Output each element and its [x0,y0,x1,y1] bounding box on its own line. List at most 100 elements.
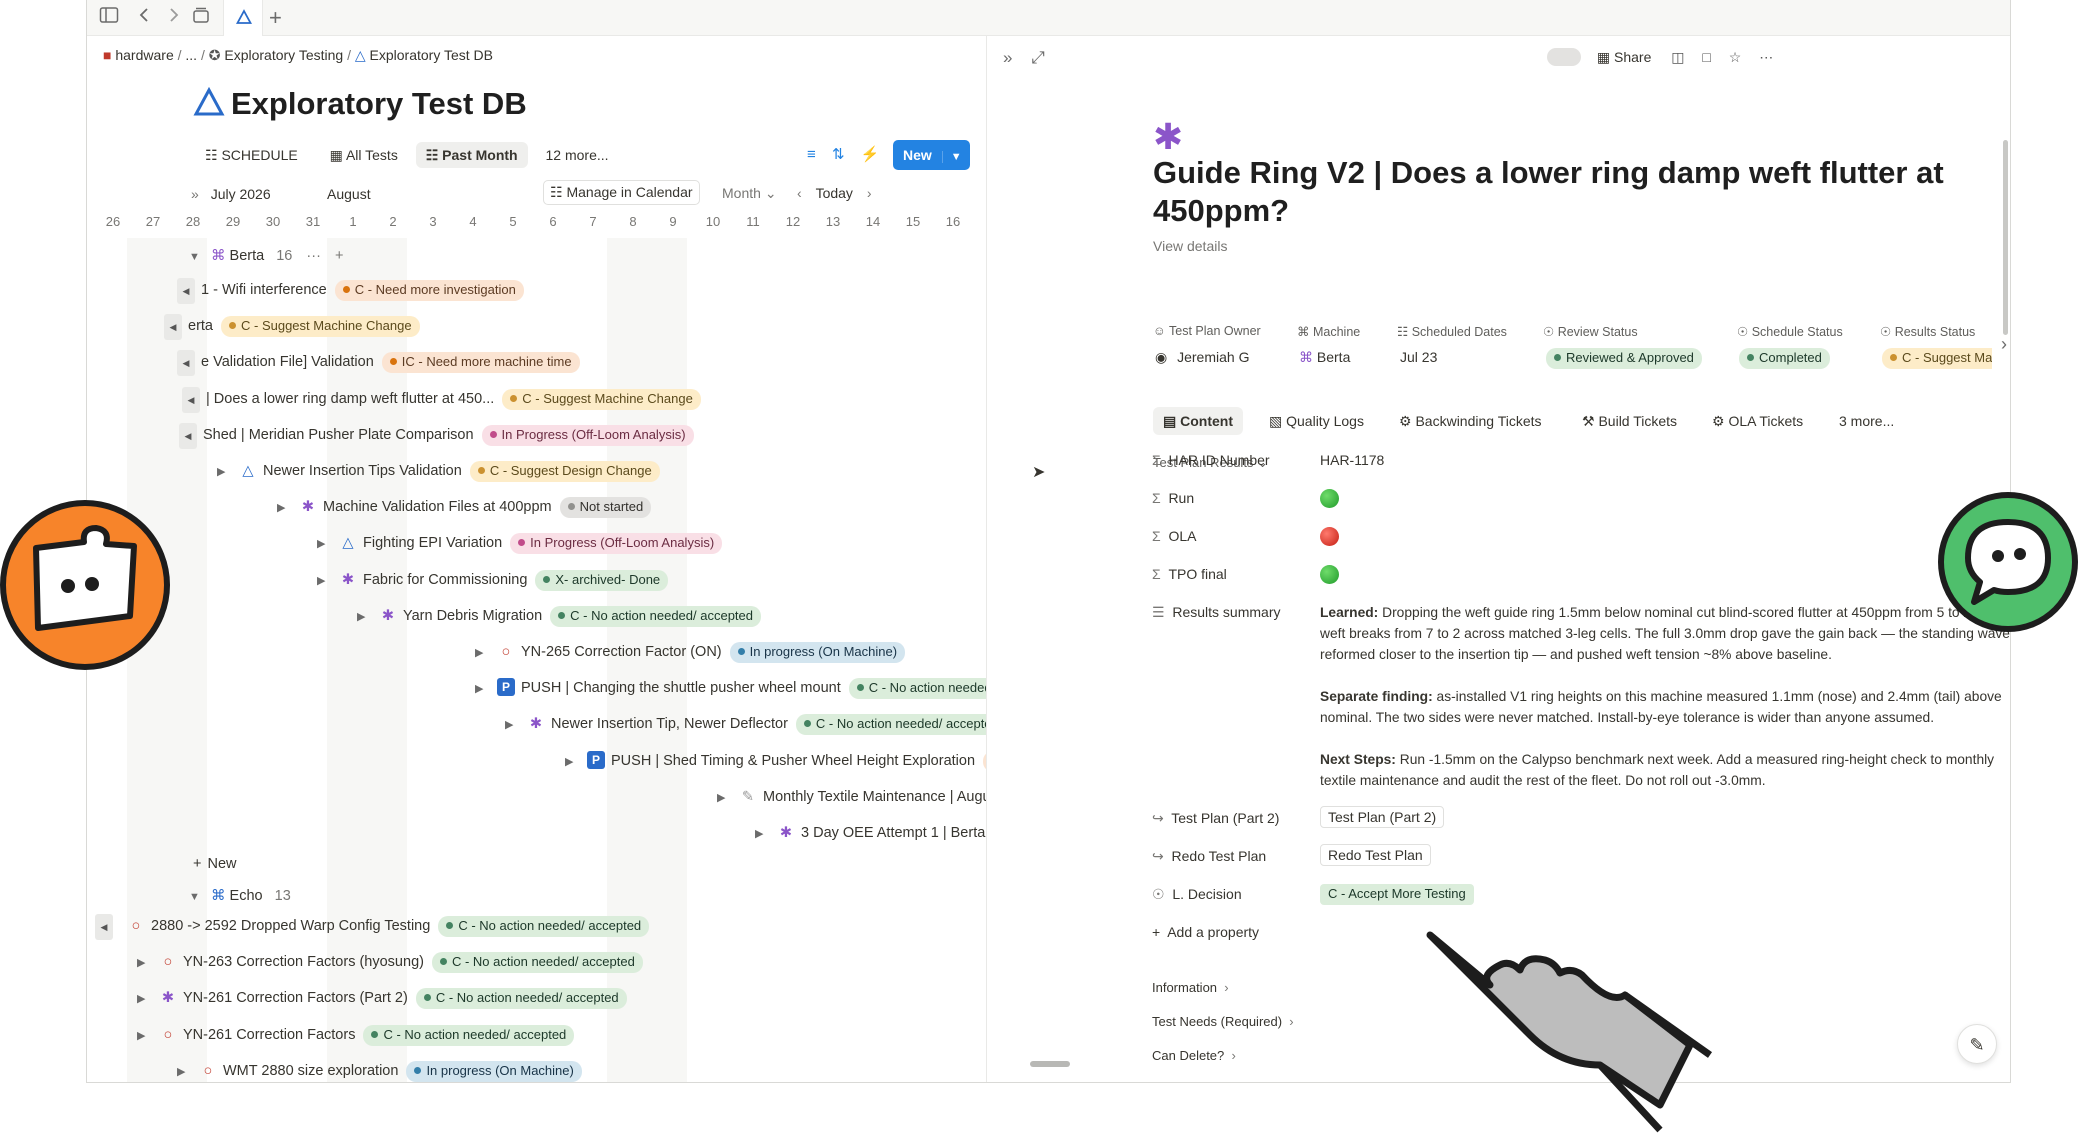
timeline-item[interactable]: ▶ △ Newer Insertion Tips Validation C - Sug… [217,458,660,484]
calendar-scale-select[interactable]: Month ⌄ [722,185,777,202]
expand-triangle-icon[interactable]: ▶ [565,749,579,775]
add-icon[interactable]: + [335,248,343,264]
star-icon[interactable]: ☆ [1729,49,1742,65]
prop-value-owner[interactable]: ◉ Jeremiah G [1155,349,1249,366]
collapse-triangle-icon[interactable]: ▼ [189,884,203,910]
prop-decision-value[interactable]: C - Accept More Testing [1320,884,1474,905]
group-header-echo[interactable]: ▼ ⌘ Echo 13 [189,883,291,909]
more-icon[interactable]: ⋯ [1759,49,1773,65]
avatar-stack[interactable] [1547,48,1581,66]
timeline-item[interactable]: ▶ ✱ Machine Validation Files at 400ppm Not … [277,494,652,521]
timeline-item[interactable]: ▶ ✱ Newer Insertion Tip, Newer Deflector C … [505,711,986,737]
horizontal-scrollbar[interactable] [1030,1061,1070,1067]
results-summary-separate[interactable]: Separate finding: as-installed V1 ring h… [1320,686,2010,728]
crumb-exploratory-testing[interactable]: Exploratory Testing [224,47,343,63]
expand-triangle-icon[interactable]: ▶ [177,1059,191,1082]
prev-icon[interactable]: ‹ [797,185,802,201]
chevron-down-icon[interactable]: ▼ [941,151,970,163]
prop-value-dates[interactable]: Jul 23 [1400,349,1437,365]
tab-build-tickets[interactable]: ⚒ Build Tickets [1582,407,1677,435]
timeline-item[interactable]: ▶ ✱ Fabric for Commissioning X- archived- D… [317,567,669,594]
new-button-label[interactable]: New [893,147,942,163]
share-button[interactable]: ▦ Share [1597,49,1651,65]
collapse-icon[interactable]: » [191,186,199,202]
prop-value-results[interactable]: C - Suggest Mac [1882,348,1992,369]
timeline-item[interactable]: ◀ | Does a lower ring damp weft flutter a… [182,386,701,413]
timeline-item[interactable]: ▶ ✱ Yarn Debris Migration C - No action nee… [357,603,761,629]
tab-content[interactable]: ▤ Content [1153,407,1244,435]
expand-triangle-icon[interactable]: ▶ [475,676,489,702]
prop-value-machine[interactable]: ⌘ Berta [1299,349,1350,366]
new-row-button[interactable]: + New [193,851,236,877]
timeline-item[interactable]: ◀ 1 - Wifi interference C - Need more inve… [177,277,524,304]
timeline-item[interactable]: ◀ erta C - Suggest Machine Change [164,313,420,341]
automation-icon[interactable]: ⚡ [861,146,880,163]
view-tab-schedule[interactable]: ☷ SCHEDULE [205,147,298,163]
timeline-item[interactable]: ▶ ○ WMT 2880 size exploration In progress (… [177,1058,582,1082]
expand-triangle-icon[interactable]: ▶ [717,785,731,811]
comments-icon[interactable]: □ [1702,49,1710,65]
add-property-button[interactable]: + Add a property [1152,924,1259,940]
prop-redo-value[interactable]: Redo Test Plan [1320,844,1431,866]
timeline-item[interactable]: ◀ ○ 2880 -> 2592 Dropped Warp Config Testi… [95,913,650,940]
results-summary-learned[interactable]: Learned: Dropping the weft guide ring 1.… [1320,602,2010,665]
expand-triangle-icon[interactable]: ▶ [475,640,489,666]
expand-triangle-icon[interactable]: ▶ [217,459,231,485]
expand-icon[interactable]: ⤢ [1031,48,1045,67]
expand-triangle-icon[interactable]: ▶ [137,1023,151,1049]
tabs-overview-icon[interactable] [191,6,211,30]
prop-tp2-value[interactable]: Test Plan (Part 2) [1320,806,1445,828]
view-more[interactable]: 12 more... [546,147,609,163]
timeline-item[interactable]: ▶ ✱ YN-261 Correction Factors (Part 2) C - … [137,985,627,1011]
tab-backwinding[interactable]: ⚙ Backwinding Tickets [1399,407,1542,435]
view-tab-all-tests[interactable]: ▦ All Tests [330,147,398,163]
expand-triangle-icon[interactable]: ▶ [137,950,151,976]
expand-triangle-icon[interactable]: ▶ [317,568,331,594]
tab-more[interactable]: 3 more... [1839,407,1894,435]
expand-triangle-icon[interactable]: ▶ [755,821,769,847]
expand-triangle-icon[interactable]: ▶ [317,531,331,557]
expand-triangle-icon[interactable]: ▶ [505,712,519,738]
sort-icon[interactable]: ⇅ [832,146,845,163]
crumb-hardware[interactable]: hardware [115,47,173,63]
timeline-item[interactable]: ▶ ○ YN-261 Correction Factors C - No action… [137,1022,575,1049]
timeline-item[interactable]: ▶ ○ YN-263 Correction Factors (hyosung) C -… [137,949,643,975]
view-tab-past-month[interactable]: ☷ Past Month [415,142,528,168]
expand-triangle-icon[interactable]: ▶ [277,495,291,521]
timeline-item[interactable]: ◀ e Validation File] Validation IC - Need … [177,349,580,377]
group-header-berta[interactable]: ▼ ⌘ Berta 16 ··· + [189,243,343,269]
timeline-item[interactable]: ▶ ○ YN-265 Correction Factor (ON) In progre… [475,639,906,666]
timeline-item[interactable]: ◀ Shed | Meridian Pusher Plate Comparison… [179,422,694,449]
view-details-link[interactable]: View details [1153,238,1227,254]
active-tab[interactable] [223,0,263,36]
ai-assistant-button[interactable]: ✎ [1957,1024,1997,1064]
today-button[interactable]: Today [816,185,853,201]
scroll-right-icon[interactable]: › [2001,334,2007,355]
close-peek-icon[interactable]: » [1003,48,1012,67]
new-tab-button[interactable]: + [269,6,282,30]
tab-ola-tickets[interactable]: ⚙ OLA Tickets [1712,407,1803,435]
tab-quality-logs[interactable]: ▧ Quality Logs [1269,407,1364,435]
prop-value-review[interactable]: Reviewed & Approved [1546,348,1702,369]
forward-icon[interactable] [167,6,181,30]
section-can-delete[interactable]: Can Delete? › [1152,1048,1236,1063]
expand-triangle-icon[interactable]: ▶ [357,604,371,630]
manage-in-calendar-button[interactable]: ☷ Manage in Calendar [543,180,700,205]
timeline-item[interactable]: ▶ P PUSH | Shed Timing & Pusher Wheel Heig… [565,748,986,774]
more-icon[interactable]: ··· [306,248,321,264]
timeline-item[interactable]: ▶ △ Fighting EPI Variation In Progress (Off… [317,530,723,557]
results-summary-next[interactable]: Next Steps: Run -1.5mm on the Calypso be… [1320,749,2010,791]
timeline-item[interactable]: ▶✱3 Day OEE Attempt 1 | BertaC [755,820,986,846]
timeline-item[interactable]: ▶ ✎ Monthly Textile Maintenance | August [717,784,986,810]
layout-icon[interactable]: ◫ [1671,49,1684,65]
section-information[interactable]: Information › [1152,980,1229,995]
filter-icon[interactable]: ≡ [807,146,816,163]
new-button[interactable]: New ▼ [893,140,970,170]
vertical-scrollbar[interactable] [2003,140,2008,335]
section-test-needs[interactable]: Test Needs (Required) › [1152,1014,1294,1029]
expand-triangle-icon[interactable]: ▶ [137,986,151,1012]
timeline-item[interactable]: ▶ P PUSH | Changing the shuttle pusher whe… [475,675,986,701]
back-icon[interactable] [137,6,151,30]
crumb-current[interactable]: Exploratory Test DB [370,47,493,63]
sidebar-toggle-icon[interactable] [99,6,119,30]
